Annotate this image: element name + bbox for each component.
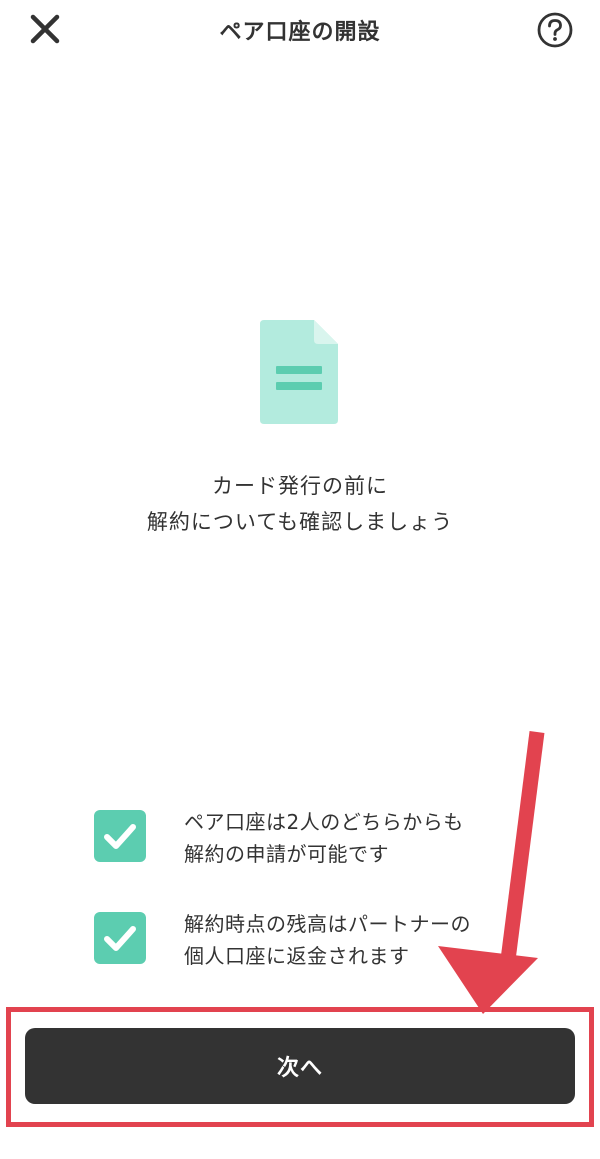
checklist-item: ペア口座は2人のどちらからも 解約の申請が可能です bbox=[92, 808, 532, 868]
intro-message: カード発行の前に 解約についても確認しましょう bbox=[0, 468, 600, 540]
header: ペア口座の開設 bbox=[0, 0, 600, 60]
checklist-item: 解約時点の残高はパートナーの 個人口座に返金されます bbox=[92, 910, 532, 970]
checkbox-checked bbox=[94, 912, 146, 964]
help-icon bbox=[537, 12, 573, 48]
checkbox-checked bbox=[94, 810, 146, 862]
check-icon bbox=[104, 926, 136, 951]
check-icon bbox=[104, 824, 136, 849]
checklist-item-text: ペア口座は2人のどちらからも 解約の申請が可能です bbox=[184, 806, 464, 870]
help-button[interactable] bbox=[536, 11, 574, 49]
document-icon bbox=[260, 320, 338, 424]
checklist-item-line-1: 解約時点の残高はパートナーの bbox=[184, 912, 471, 936]
checklist-item-text: 解約時点の残高はパートナーの 個人口座に返金されます bbox=[184, 908, 471, 972]
intro-line-2: 解約についても確認しましょう bbox=[146, 510, 454, 534]
checklist-item-line-2: 解約の申請が可能です bbox=[184, 842, 389, 866]
annotation-arrow bbox=[438, 731, 545, 1014]
intro-line-1: カード発行の前に bbox=[212, 474, 388, 498]
checklist-item-line-2: 個人口座に返金されます bbox=[184, 944, 410, 968]
checklist-item-line-1: ペア口座は2人のどちらからも bbox=[184, 810, 464, 834]
page-title: ペア口座の開設 bbox=[219, 20, 381, 45]
next-button[interactable]: 次へ bbox=[25, 1028, 575, 1104]
